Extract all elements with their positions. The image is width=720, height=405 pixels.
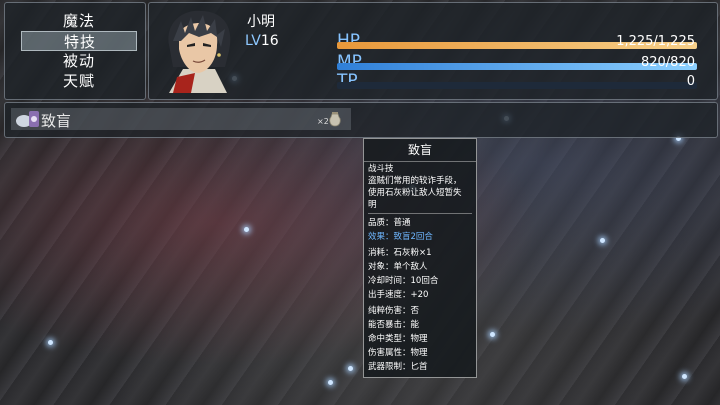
skill-list: 致盲 ×2 bbox=[4, 102, 718, 138]
menu-item-special[interactable]: 特技 bbox=[21, 31, 137, 51]
mp-value: 820/820 bbox=[640, 55, 695, 70]
tooltip-description-line: 明 bbox=[368, 200, 377, 210]
sparkle bbox=[682, 374, 687, 379]
level-value: 16 bbox=[260, 33, 279, 49]
tooltip-stat: 命中类型：物理 bbox=[368, 334, 428, 344]
tooltip-stat: 武器限制：匕首 bbox=[368, 362, 428, 372]
actor-portrait bbox=[168, 10, 231, 93]
blind-skill-icon bbox=[16, 111, 39, 127]
level-label: LV bbox=[245, 33, 261, 49]
tp-value: 0 bbox=[686, 74, 695, 89]
tooltip-stat: 对象：单个敌人 bbox=[368, 262, 428, 272]
tooltip-description-line: 使用石灰粉让敌人短暂失 bbox=[368, 188, 462, 198]
skill-tooltip: 致盲 战斗技 盗贼们常用的较诈手段， 使用石灰粉让敌人短暂失 明 品质：普通 效… bbox=[363, 138, 477, 378]
menu-item-passive[interactable]: 被动 bbox=[21, 51, 137, 71]
tooltip-description-line: 盗贼们常用的较诈手段， bbox=[368, 176, 462, 186]
tooltip-quality: 品质：普通 bbox=[368, 218, 411, 228]
tooltip-stat: 纯粹伤害：否 bbox=[368, 306, 420, 316]
tooltip-divider bbox=[368, 213, 472, 214]
tooltip-effect: 效果：致盲2回合 bbox=[368, 232, 433, 242]
sparkle bbox=[490, 332, 495, 337]
skill-cost: ×2 bbox=[317, 117, 329, 126]
tooltip-stat: 出手速度：+20 bbox=[368, 290, 429, 300]
sparkle bbox=[244, 227, 249, 232]
menu-item-talent[interactable]: 天赋 bbox=[21, 71, 137, 91]
tooltip-skill-type: 战斗技 bbox=[368, 164, 394, 174]
sparkle bbox=[348, 366, 353, 371]
sparkle bbox=[48, 340, 53, 345]
tooltip-stat: 冷却时间：10回合 bbox=[368, 276, 439, 286]
sparkle bbox=[328, 380, 333, 385]
tooltip-stat: 能否暴击：能 bbox=[368, 320, 420, 330]
menu-item-magic[interactable]: 魔法 bbox=[21, 11, 137, 31]
actor-name: 小明 bbox=[247, 14, 275, 30]
actor-status-panel: 小明 LV16 HP 1,225/1,225 MP 820/820 TP 0 bbox=[148, 2, 718, 100]
skill-category-menu: 魔法 特技 被动 天赋 bbox=[4, 2, 146, 100]
hp-value: 1,225/1,225 bbox=[616, 34, 695, 49]
tooltip-stat: 伤害属性：物理 bbox=[368, 348, 428, 358]
powder-bag-icon bbox=[329, 112, 341, 127]
tooltip-stat: 消耗：石灰粉×1 bbox=[368, 248, 432, 258]
actor-level: LV16 bbox=[245, 33, 279, 49]
sparkle bbox=[600, 238, 605, 243]
skill-name: 致盲 bbox=[41, 112, 72, 130]
tooltip-title: 致盲 bbox=[364, 139, 476, 162]
